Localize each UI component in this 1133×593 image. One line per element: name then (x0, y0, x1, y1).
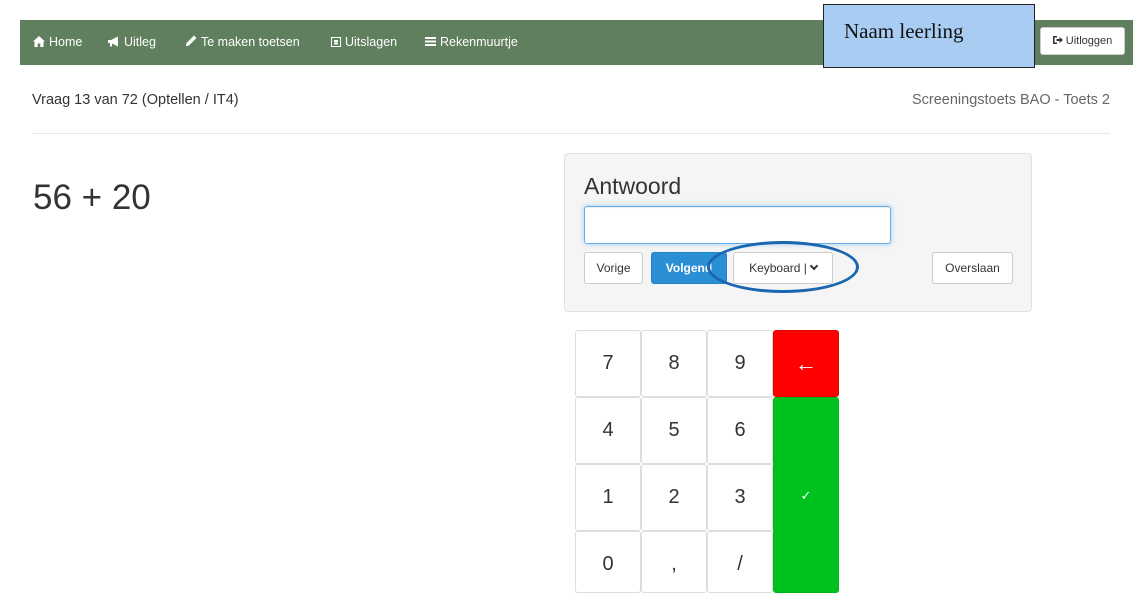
question-sum: 56 + 20 (33, 178, 151, 217)
backspace-key[interactable]: ← (773, 330, 839, 397)
nav-te-maken-toetsen[interactable]: Te maken toetsen (185, 20, 300, 65)
keyboard-toggle-label: Keyboard | (749, 261, 807, 275)
nav-te-maken-toetsen-label: Te maken toetsen (201, 35, 300, 49)
key-1[interactable]: 1 (575, 464, 641, 531)
nav-rekenmuurtje-label: Rekenmuurtje (440, 35, 518, 49)
student-name-box: Naam leerling (823, 4, 1035, 68)
logout-label: Uitloggen (1065, 35, 1113, 47)
divider (32, 133, 1110, 134)
key-0[interactable]: 0 (575, 531, 641, 593)
key-3[interactable]: 3 (707, 464, 773, 531)
bars-icon (425, 37, 436, 46)
key-5[interactable]: 5 (641, 397, 707, 464)
key-7[interactable]: 7 (575, 330, 641, 397)
nav-home[interactable]: Home (33, 20, 82, 65)
answer-input[interactable] (584, 206, 891, 244)
nav-uitleg[interactable]: Uitleg (107, 20, 156, 65)
nav-rekenmuurtje[interactable]: Rekenmuurtje (425, 20, 518, 65)
chevron-down-icon (809, 261, 819, 271)
nav-uitleg-label: Uitleg (124, 35, 156, 49)
logout-icon (1052, 35, 1066, 47)
keyboard-toggle-button[interactable]: Keyboard | (733, 252, 833, 284)
logout-button[interactable]: Uitloggen (1040, 27, 1125, 55)
key-6[interactable]: 6 (707, 397, 773, 464)
answer-title: Antwoord (584, 173, 682, 199)
megaphone-icon (107, 20, 120, 65)
question-info: Vraag 13 van 72 (Optellen / IT4) (32, 92, 239, 108)
skip-button[interactable]: Overslaan (932, 252, 1013, 284)
list-alt-icon (331, 37, 341, 47)
nav-home-label: Home (49, 35, 83, 49)
nav-uitslagen-label: Uitslagen (345, 35, 398, 49)
next-button[interactable]: Volgend (651, 252, 727, 284)
home-icon (33, 20, 45, 65)
answer-panel: Antwoord Vorige Volgend Keyboard | Overs… (564, 153, 1032, 312)
test-name: Screeningstoets BAO - Toets 2 (911, 92, 1110, 108)
key-8[interactable]: 8 (641, 330, 707, 397)
nav-uitslagen[interactable]: Uitslagen (331, 20, 397, 65)
key-4[interactable]: 4 (575, 397, 641, 464)
confirm-key[interactable]: ✓ (773, 397, 839, 593)
key-2[interactable]: 2 (641, 464, 707, 531)
key-slash[interactable]: / (707, 531, 773, 593)
key-9[interactable]: 9 (707, 330, 773, 397)
previous-button[interactable]: Vorige (584, 252, 643, 284)
key-comma[interactable]: , (641, 531, 707, 593)
pencil-icon (185, 20, 197, 65)
